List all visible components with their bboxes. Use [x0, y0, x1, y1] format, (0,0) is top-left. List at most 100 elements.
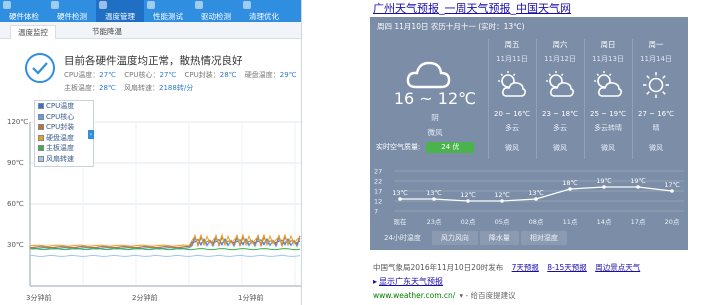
show-province-forecast-link[interactable]: ▸ 显示广东天气预报 [373, 276, 443, 287]
link-8-15day-forecast[interactable]: 8-15天预报 [547, 263, 587, 272]
tab-24h-temperature[interactable]: 24小时温度 [375, 231, 430, 245]
y-tick-120: 120℃ [7, 118, 29, 126]
hourly-x-tick: 14点 [597, 218, 612, 226]
hourly-y-tick: 7 [374, 208, 378, 216]
hourly-y-tick: 27 [374, 168, 382, 176]
tab-wind[interactable]: 风力风向 [431, 231, 478, 245]
hourly-point [432, 197, 436, 201]
hourly-y-tick: 22 [374, 178, 382, 186]
hourly-x-tick: 17点 [631, 218, 646, 226]
day-name: 周日 [600, 40, 616, 49]
legend-cpu-core[interactable]: CPU核心 [35, 112, 93, 123]
partly-cloudy-icon [546, 71, 575, 97]
y-tick-90: 90℃ [7, 159, 24, 167]
weather-card: 周四 11月10日 农历十月十一 (实时：13℃) 16 ~ 12℃ 阴 微风 … [370, 17, 688, 250]
url-text[interactable]: www.weather.com.cn/ [373, 291, 455, 300]
x-tick-2min: 2分钟前 [132, 294, 158, 302]
air-quality-badge[interactable]: 24 优 [426, 142, 475, 153]
air-quality: 实时空气质量: 24 优 [376, 142, 475, 153]
forecast-day-4[interactable]: 周一 11月14日 27 ~ 16℃ 晴 微风 [632, 39, 680, 153]
today-wind: 微风 [427, 128, 443, 137]
forecast-day-1[interactable]: 周五 11月11日 20 ~ 16℃ 多云 微风 [488, 39, 536, 153]
hourly-point [534, 197, 538, 201]
legend-fan-speed[interactable]: 风扇转速 [35, 154, 93, 165]
legend-swatch [38, 134, 44, 141]
hourly-data-label: 12℃ [494, 191, 510, 199]
chart-tabs: 24小时温度 风力风向 降水量 相对湿度 [375, 231, 569, 245]
legend-board-temp[interactable]: 主板温度 [35, 143, 93, 154]
hourly-data-label: 13℃ [392, 189, 408, 197]
forecast-day-3[interactable]: 周日 11月13日 25 ~ 19℃ 多云转晴 微风 [584, 39, 632, 153]
hourly-point [636, 185, 640, 189]
url-separator: ▾ - [459, 291, 471, 300]
hourly-data-label: 12℃ [460, 191, 476, 199]
day-name: 周五 [504, 40, 520, 49]
hourly-x-tick: 23点 [427, 218, 442, 226]
chart-legend: CPU温度 CPU核心 CPU封装 硬盘温度 主板温度 风扇转速 [34, 100, 94, 167]
hourly-point [398, 197, 402, 201]
x-tick-3min: 3分钟前 [26, 294, 52, 302]
legend-swatch [38, 103, 44, 110]
expand-arrow-icon: ▸ [373, 277, 378, 286]
hourly-x-tick: 现在 [394, 217, 408, 226]
title-weather-cn[interactable]: 中国天气网 [516, 2, 571, 15]
air-quality-label: 实时空气质量: [376, 143, 421, 151]
x-tick-1min: 1分钟前 [238, 294, 264, 302]
hourly-data-label: 19℃ [630, 177, 646, 185]
hourly-x-tick: 08点 [529, 218, 544, 226]
legend-swatch [38, 155, 44, 162]
forecast-day-2[interactable]: 周六 11月12日 23 ~ 18℃ 多云 微风 [536, 39, 584, 153]
weather-header: 周四 11月10日 农历十月十一 (实时：13℃) [377, 22, 525, 31]
link-7day-forecast[interactable]: 7天预报 [512, 263, 539, 272]
hourly-data-label: 19℃ [596, 177, 612, 185]
title-week-forecast[interactable]: 一周天气预报 [445, 2, 511, 15]
hourly-point [568, 187, 572, 191]
hourly-data-label: 13℃ [528, 189, 544, 197]
hourly-temperature-chart: 27 22 17 12 7 13℃ 现在 13℃ 23点 12℃ 02点 12℃ 05点 13℃ 08点 18… [374, 168, 684, 226]
day-condition: 晴 [652, 124, 660, 132]
tab-precipitation[interactable]: 降水量 [479, 231, 519, 245]
legend-swatch [38, 113, 44, 120]
day-temperature: 23 ~ 18℃ [542, 110, 578, 118]
series-line-4 [29, 248, 301, 251]
partly-cloudy-icon [498, 71, 527, 97]
hourly-point [670, 189, 674, 193]
day-temperature: 25 ~ 19℃ [590, 110, 626, 118]
source-text: 中国气象局2016年11月10日20时发布 [373, 263, 504, 272]
day-temperature: 20 ~ 16℃ [494, 110, 530, 118]
tab-humidity[interactable]: 相对湿度 [520, 231, 567, 245]
day-wind: 微风 [553, 144, 567, 152]
hourly-data-label: 17℃ [664, 181, 680, 189]
hourly-point [466, 199, 470, 203]
day-condition: 多云转晴 [594, 124, 622, 132]
legend-swatch [38, 145, 44, 152]
hardware-monitor-panel: 硬件体检 硬件检测 温度管理 性能测试 驱动检测 清理优化 温度监控 节能降温 … [0, 0, 302, 305]
feedback-link[interactable]: 给百度提建议 [471, 291, 516, 300]
hourly-data-label: 13℃ [426, 189, 442, 197]
hourly-x-tick: 11点 [563, 218, 578, 226]
hourly-y-tick: 12 [374, 198, 382, 206]
today-condition: 阴 [431, 113, 439, 122]
day-name: 周六 [552, 40, 568, 49]
legend-disk-temp[interactable]: 硬盘温度 [35, 133, 93, 144]
day-name: 周一 [648, 40, 664, 49]
legend-collapse-button[interactable]: › [88, 130, 94, 139]
series-line-5 [29, 254, 301, 258]
forecast-source: 中国气象局2016年11月10日20时发布 7天预报 8-15天预报 周边景点天… [373, 262, 640, 273]
day-wind: 微风 [649, 144, 663, 152]
hourly-data-label: 18℃ [562, 179, 578, 187]
hourly-point [602, 185, 606, 189]
legend-cpu-package[interactable]: CPU封装 [35, 122, 93, 133]
hourly-y-tick: 17 [374, 188, 382, 196]
weather-result-title[interactable]: 广州天气预报_一周天气预报_中国天气网 [373, 0, 571, 16]
series-line-3 [29, 233, 301, 247]
today-temperature: 16 ~ 12℃ [393, 89, 477, 108]
hourly-x-tick: 05点 [495, 218, 510, 226]
title-guangzhou-forecast[interactable]: 广州天气预报 [373, 2, 439, 15]
day-wind: 微风 [505, 144, 519, 152]
hourly-x-tick: 02点 [461, 218, 476, 226]
link-nearby-attractions[interactable]: 周边景点天气 [595, 263, 640, 272]
day-date: 11月14日 [640, 55, 672, 63]
y-tick-30: 30℃ [7, 241, 24, 249]
legend-cpu-temp[interactable]: CPU温度 [35, 101, 93, 112]
